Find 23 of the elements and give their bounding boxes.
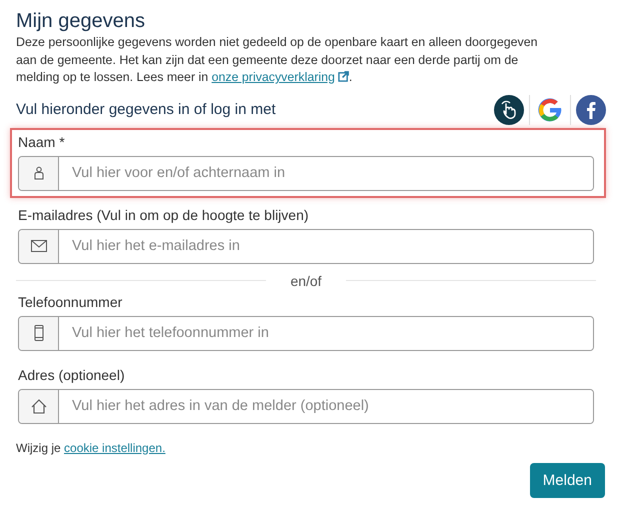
separator-text: en/of	[290, 272, 322, 288]
facebook-login-button[interactable]	[576, 94, 606, 124]
submit-button[interactable]: Melden	[530, 462, 605, 498]
field-label: Naam *	[18, 132, 66, 150]
login-prompt: Vul hieronder gegevens in of log in met	[16, 101, 276, 118]
cookie-notice: Wijzig je cookie instellingen.	[16, 440, 166, 454]
external-link-icon	[338, 71, 349, 82]
field-label: E-mailadres (Vul in om op de hoogte te blijven)	[18, 206, 310, 224]
envelope-icon	[30, 240, 46, 252]
phone-icon	[34, 325, 44, 341]
field-label: Telefoonnummer	[18, 292, 124, 310]
input-field[interactable]: Vul hier voor en/of achternaam in	[18, 156, 594, 190]
privacy-link[interactable]: onze privacyverklaring	[212, 70, 335, 84]
field-label: Adres (optioneel)	[18, 366, 126, 384]
input-field[interactable]: Vul hier het telefoonnummer in	[18, 316, 594, 350]
input-field[interactable]: Vul hier het e-mailadres in	[18, 228, 594, 264]
person-icon	[34, 166, 44, 180]
cookie-settings-link[interactable]: cookie instellingen.	[64, 440, 166, 454]
hand-login-button[interactable]	[494, 94, 524, 124]
house-icon	[30, 398, 46, 414]
privacy-notice: Deze persoonlijke gegevens worden niet gedeeld op de openbare kaart en alleen doorgegeven aan de gemeente. Het kan zijn dat een gemeente deze doorzet naar een derde partij om de melding op te lossen. Lees meer in onze privacyverklaring .	[16, 34, 538, 86]
section-title: Mijn gegevens	[16, 9, 146, 34]
input-field[interactable]: Vul hier het adres in van de melder (optioneel)	[18, 388, 594, 424]
